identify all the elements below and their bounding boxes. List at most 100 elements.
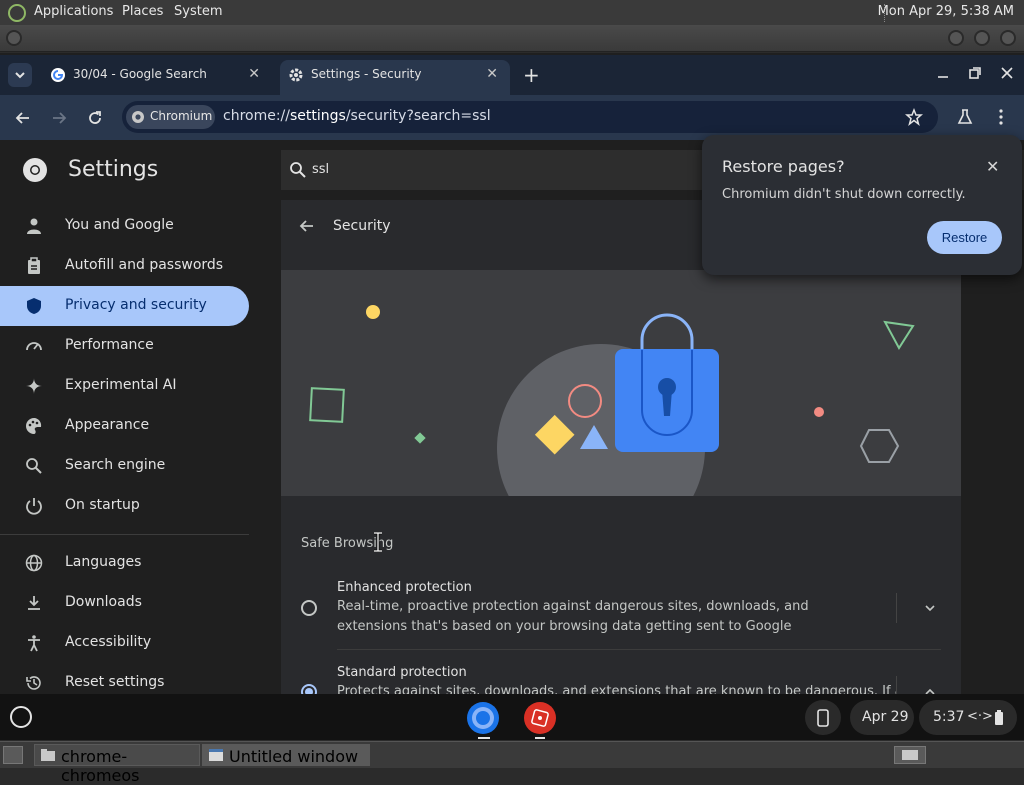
sidebar-item-on-startup[interactable]: On startup [0, 486, 249, 526]
padlock-illustration-icon [309, 305, 915, 496]
menu-system[interactable]: System [174, 4, 222, 19]
standard-protection-radio[interactable] [301, 684, 317, 694]
close-tab-icon[interactable]: ✕ [486, 66, 498, 82]
app-tile-icon [524, 702, 556, 734]
sidebar-item-experimental-ai[interactable]: Experimental AI [0, 366, 249, 406]
task-label: Untitled window [229, 747, 359, 766]
maximize-window-icon[interactable] [974, 30, 990, 46]
sidebar-item-label: Reset settings [65, 674, 165, 690]
sidebar-item-languages[interactable]: Languages [0, 543, 249, 583]
chromium-icon [467, 702, 499, 734]
site-info-chip[interactable]: Chromium [126, 105, 215, 129]
restore-icon[interactable] [968, 66, 982, 80]
sidebar-item-label: Appearance [65, 417, 150, 433]
clipboard-icon [28, 257, 40, 274]
url-scheme: chrome:// [223, 108, 290, 124]
section-title: Security [333, 218, 391, 234]
sidebar-item-performance[interactable]: Performance [0, 326, 249, 366]
sidebar-item-label: Accessibility [65, 634, 152, 650]
back-arrow-icon[interactable] [298, 217, 316, 235]
sidebar-item-accessibility[interactable]: Accessibility [0, 623, 249, 663]
chromium-logo-icon [23, 158, 47, 182]
restore-pages-bubble [702, 135, 1022, 275]
search-icon [26, 458, 42, 474]
sidebar-item-autofill[interactable]: Autofill and passwords [0, 246, 249, 286]
forward-icon[interactable] [50, 109, 68, 127]
palette-icon [26, 418, 42, 434]
nav-divider [0, 534, 249, 535]
sidebar-item-search-engine[interactable]: Search engine [0, 446, 249, 486]
sidebar-item-privacy-and-security[interactable]: Privacy and security [0, 286, 249, 326]
back-icon[interactable] [14, 109, 32, 127]
show-desktop-icon[interactable] [3, 746, 23, 764]
sidebar-item-you-and-google[interactable]: You and Google [0, 206, 249, 246]
tab-title: 30/04 - Google Search [73, 67, 207, 81]
globe-icon [25, 554, 43, 572]
status-tray[interactable]: 5:37 <·> [919, 700, 1017, 735]
running-indicator [535, 737, 545, 739]
labs-flask-icon[interactable] [956, 108, 974, 126]
date-tray[interactable]: Apr 29 [850, 700, 914, 735]
sparkle-icon [26, 378, 42, 394]
menu-applications[interactable]: Applications [34, 4, 113, 19]
tab-google-search[interactable]: 30/04 - Google Search ✕ [42, 60, 272, 90]
minimize-window-icon[interactable] [948, 30, 964, 46]
close-window-icon[interactable] [1000, 30, 1016, 46]
sidebar-item-reset-settings[interactable]: Reset settings [0, 663, 249, 694]
workspace-switcher[interactable] [894, 746, 926, 764]
workspace-thumb [902, 750, 918, 760]
shield-icon [27, 298, 41, 314]
launcher-icon[interactable] [10, 706, 32, 728]
gnome-foot-icon[interactable] [8, 4, 26, 22]
restore-button[interactable]: Restore [927, 221, 1002, 254]
shelf-chromium-app[interactable] [466, 701, 500, 735]
sidebar-item-label: You and Google [65, 217, 174, 233]
reload-icon[interactable] [86, 109, 104, 127]
new-tab-icon[interactable]: + [523, 63, 540, 87]
bookmark-star-icon[interactable] [905, 108, 923, 126]
google-icon [51, 68, 65, 82]
sidebar-item-appearance[interactable]: Appearance [0, 406, 249, 446]
enhanced-protection-radio[interactable] [301, 600, 317, 616]
menu-places[interactable]: Places [122, 4, 163, 19]
sidebar-item-label: Languages [65, 554, 142, 570]
window-icon [209, 749, 223, 761]
network-icon: <·> [967, 709, 993, 724]
accessibility-icon [28, 635, 40, 652]
panel-clock[interactable]: Mon Apr 29, 5:38 AM [878, 4, 1014, 19]
sidebar-item-label: Autofill and passwords [65, 257, 224, 273]
close-icon[interactable]: ✕ [986, 157, 999, 176]
standard-protection-row[interactable]: Standard protection Protects against sit… [281, 660, 961, 694]
phone-hub-button[interactable] [805, 700, 841, 735]
sidebar-item-downloads[interactable]: Downloads [0, 583, 249, 623]
chevron-down-icon[interactable] [922, 600, 938, 616]
window-menu-icon[interactable] [6, 30, 22, 46]
kebab-menu-icon[interactable] [992, 108, 1010, 126]
task-chrome-chromeos[interactable]: chrome-chromeos [34, 744, 200, 785]
search-icon [290, 162, 306, 178]
close-icon[interactable] [1000, 66, 1014, 80]
task-untitled-window[interactable]: Untitled window [202, 744, 370, 766]
restore-pages-message: Chromium didn't shut down correctly. [722, 187, 966, 202]
speedometer-icon [26, 342, 42, 351]
enhanced-protection-desc: Real-time, proactive protection against … [337, 599, 809, 634]
sidebar-item-label: Privacy and security [65, 297, 207, 313]
tab-settings-security[interactable]: Settings - Security ✕ [280, 60, 510, 95]
settings-search-input[interactable]: ssl [312, 162, 329, 177]
chevron-down-icon [15, 72, 25, 79]
chevron-up-icon[interactable] [922, 684, 938, 694]
expand-separator [896, 593, 897, 623]
url-text[interactable]: chrome://settings/security?search=ssl [223, 108, 491, 124]
chip-label: Chromium [150, 109, 213, 123]
outer-window-titlebar[interactable] [0, 25, 1024, 52]
task-label: chrome-chromeos [61, 747, 140, 785]
sidebar-item-label: Search engine [65, 457, 166, 473]
shelf-app-2[interactable] [523, 701, 557, 735]
shelf-time: 5:37 [933, 709, 965, 725]
text-cursor-icon [374, 532, 382, 552]
close-tab-icon[interactable]: ✕ [248, 66, 260, 82]
tab-search-button[interactable] [8, 63, 32, 87]
gear-icon [289, 68, 303, 82]
minimize-icon[interactable] [936, 66, 950, 80]
running-indicator [478, 737, 490, 739]
